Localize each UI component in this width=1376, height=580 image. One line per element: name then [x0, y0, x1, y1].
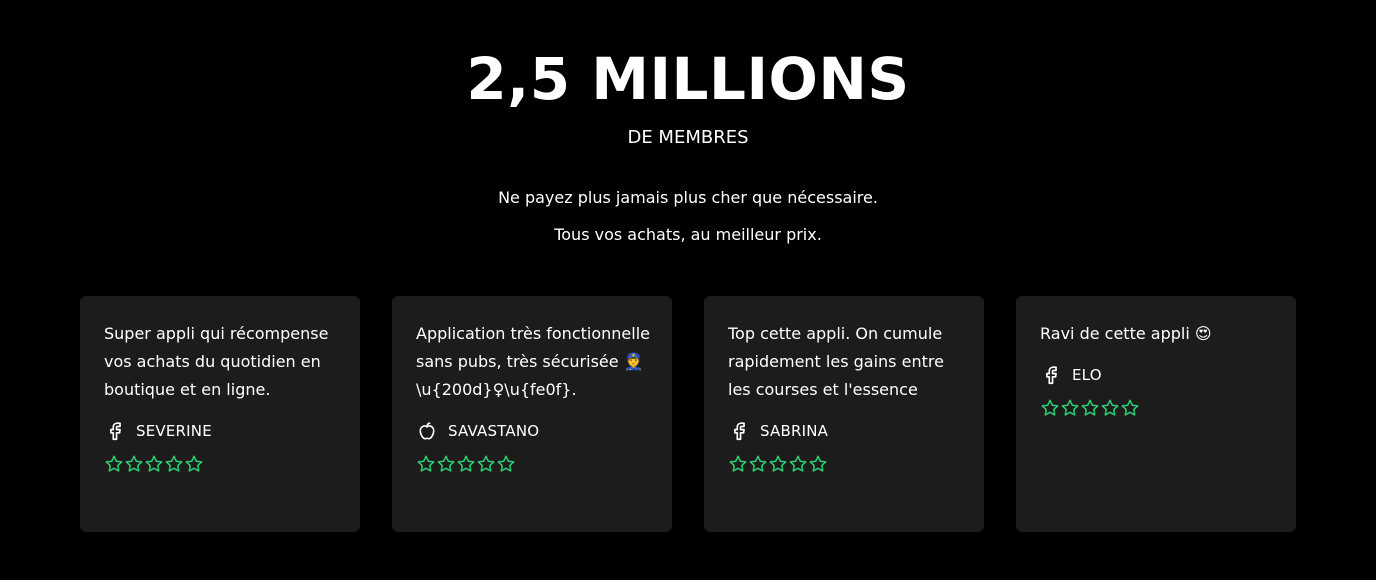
star-icon [788, 454, 808, 474]
review-card: Ravi de cette appli 😍 ELO [1016, 296, 1296, 532]
star-icon [456, 454, 476, 474]
star-rating [104, 454, 342, 474]
author-name: SEVERINE [136, 422, 212, 440]
star-icon [184, 454, 204, 474]
review-author: SEVERINE [104, 418, 342, 444]
reviews-list: Super appli qui récompense vos achats du… [80, 296, 1296, 532]
star-rating [728, 454, 966, 474]
star-icon [1040, 398, 1060, 418]
star-rating [416, 454, 654, 474]
facebook-icon [104, 420, 126, 442]
star-icon [728, 454, 748, 474]
review-author: SABRINA [728, 418, 966, 444]
review-text: Ravi de cette appli 😍 [1040, 324, 1212, 343]
star-icon [1100, 398, 1120, 418]
star-icon [144, 454, 164, 474]
facebook-icon [728, 420, 750, 442]
review-author: SAVASTANO [416, 418, 654, 444]
headline: 2,5 MILLIONS [466, 45, 910, 113]
star-icon [748, 454, 768, 474]
review-card: Super appli qui récompense vos achats du… [80, 296, 360, 532]
star-icon [1080, 398, 1100, 418]
tagline-line-2: Tous vos achats, au meilleur prix. [554, 225, 822, 244]
review-card: Application très fonctionnelle sans pubs… [392, 296, 672, 532]
star-icon [416, 454, 436, 474]
review-author: ELO [1040, 362, 1278, 388]
star-icon [1120, 398, 1140, 418]
apple-icon [416, 420, 438, 442]
review-text: Super appli qui récompense vos achats du… [104, 324, 329, 399]
star-icon [1060, 398, 1080, 418]
star-icon [436, 454, 456, 474]
facebook-icon [1040, 364, 1062, 386]
author-name: ELO [1072, 366, 1102, 384]
review-card: Top cette appli. On cumule rapidement le… [704, 296, 984, 532]
star-icon [768, 454, 788, 474]
review-text: Top cette appli. On cumule rapidement le… [728, 324, 944, 399]
star-icon [496, 454, 516, 474]
star-icon [104, 454, 124, 474]
star-icon [476, 454, 496, 474]
author-name: SAVASTANO [448, 422, 540, 440]
tagline-line-1: Ne payez plus jamais plus cher que néces… [498, 188, 878, 207]
star-rating [1040, 398, 1278, 418]
subheadline: DE MEMBRES [627, 127, 749, 148]
star-icon [124, 454, 144, 474]
review-text: Application très fonctionnelle sans pubs… [416, 324, 650, 399]
author-name: SABRINA [760, 422, 829, 440]
star-icon [808, 454, 828, 474]
star-icon [164, 454, 184, 474]
